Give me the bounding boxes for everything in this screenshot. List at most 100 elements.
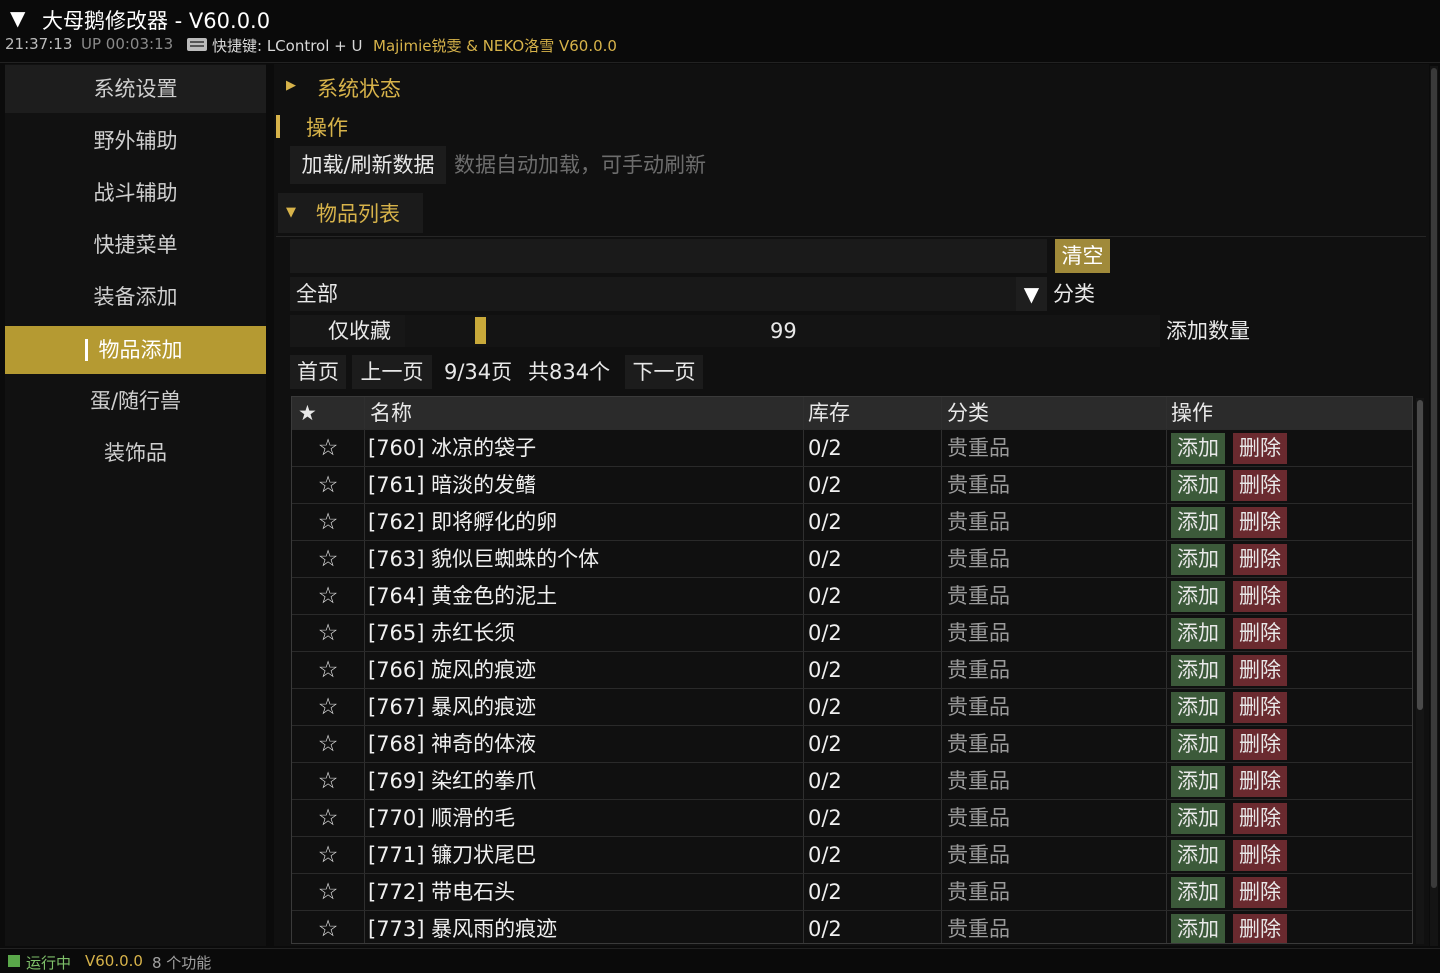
item-stock: 0/2	[808, 473, 842, 497]
favorite-star-icon[interactable]: ☆	[292, 911, 364, 943]
delete-item-button[interactable]: 删除	[1233, 581, 1287, 612]
next-page-button[interactable]: 下一页	[625, 355, 703, 389]
item-name: [768] 神奇的体液	[368, 732, 537, 756]
delete-item-button[interactable]: 删除	[1233, 766, 1287, 797]
clock-time: 21:37:13	[5, 35, 73, 53]
delete-item-button[interactable]: 删除	[1233, 692, 1287, 723]
expand-down-icon: ▼	[286, 205, 296, 220]
sidebar-item-label: 快捷菜单	[93, 233, 178, 257]
header-category[interactable]: 分类	[947, 397, 989, 429]
add-item-button[interactable]: 添加	[1171, 729, 1225, 760]
load-refresh-button[interactable]: 加载/刷新数据	[290, 146, 446, 184]
sidebar-item-decorations[interactable]: 装饰品	[5, 429, 266, 477]
sidebar-item-field-assist[interactable]: 野外辅助	[5, 117, 266, 165]
add-item-button[interactable]: 添加	[1171, 877, 1225, 908]
favorite-star-icon[interactable]: ☆	[292, 578, 364, 614]
add-item-button[interactable]: 添加	[1171, 914, 1225, 943]
delete-item-button[interactable]: 删除	[1233, 877, 1287, 908]
sidebar: 系统设置 野外辅助 战斗辅助 快捷菜单 装备添加 物品添加 蛋/随行兽 装饰品	[5, 64, 266, 946]
search-input[interactable]	[290, 239, 1047, 273]
delete-item-button[interactable]: 删除	[1233, 914, 1287, 943]
favorite-column-icon[interactable]: ★	[298, 397, 317, 429]
collapse-triangle-icon[interactable]: ▼	[10, 6, 25, 30]
item-name: [771] 镰刀状尾巴	[368, 843, 537, 867]
delete-item-button[interactable]: 删除	[1233, 507, 1287, 538]
delete-item-button[interactable]: 删除	[1233, 470, 1287, 501]
delete-item-button[interactable]: 删除	[1233, 544, 1287, 575]
item-stock: 0/2	[808, 843, 842, 867]
sidebar-item-battle-assist[interactable]: 战斗辅助	[5, 169, 266, 217]
favorite-star-icon[interactable]: ☆	[292, 874, 364, 910]
item-name: [760] 冰凉的袋子	[368, 436, 537, 460]
prev-page-button[interactable]: 上一页	[352, 355, 432, 389]
item-category: 贵重品	[947, 584, 1010, 608]
item-category: 贵重品	[947, 917, 1010, 941]
item-name: [761] 暗淡的发鳍	[368, 473, 537, 497]
system-status-label: 系统状态	[317, 77, 401, 101]
table-row: ☆ [765] 赤红长须 0/2 贵重品 添加 删除	[292, 614, 1412, 651]
hotkey-info: 快捷键: LControl + U	[212, 37, 363, 55]
favorite-star-icon[interactable]: ☆	[292, 763, 364, 799]
item-name: [769] 染红的拳爪	[368, 769, 537, 793]
favorite-star-icon[interactable]: ☆	[292, 467, 364, 503]
add-item-button[interactable]: 添加	[1171, 618, 1225, 649]
quantity-slider-thumb[interactable]	[474, 317, 486, 344]
item-stock: 0/2	[808, 621, 842, 645]
item-name: [764] 黄金色的泥土	[368, 584, 558, 608]
item-category: 贵重品	[947, 473, 1010, 497]
sidebar-item-system-settings[interactable]: 系统设置	[5, 65, 266, 113]
first-page-button[interactable]: 首页	[290, 355, 346, 389]
item-stock: 0/2	[808, 880, 842, 904]
sidebar-item-label: 野外辅助	[93, 129, 178, 153]
expand-right-icon: ▶	[286, 78, 296, 93]
clear-button[interactable]: 清空	[1055, 239, 1110, 273]
window-title: 大母鹅修改器 - V60.0.0	[42, 9, 271, 33]
sidebar-item-item-add[interactable]: 物品添加	[5, 326, 266, 374]
category-select[interactable]	[290, 277, 1047, 311]
delete-item-button[interactable]: 删除	[1233, 803, 1287, 834]
keyboard-icon	[187, 38, 207, 51]
item-list-header[interactable]: ▼ 物品列表	[278, 193, 423, 233]
favorite-star-icon[interactable]: ☆	[292, 615, 364, 651]
add-item-button[interactable]: 添加	[1171, 840, 1225, 871]
favorite-star-icon[interactable]: ☆	[292, 541, 364, 577]
add-item-button[interactable]: 添加	[1171, 433, 1225, 464]
system-status-header[interactable]: ▶ 系统状态	[278, 66, 1426, 106]
add-item-button[interactable]: 添加	[1171, 803, 1225, 834]
header-action[interactable]: 操作	[1171, 397, 1213, 429]
dropdown-arrow-icon[interactable]: ▼	[1016, 277, 1047, 311]
table-row: ☆ [763] 貌似巨蜘蛛的个体 0/2 贵重品 添加 删除	[292, 540, 1412, 577]
add-item-button[interactable]: 添加	[1171, 655, 1225, 686]
sidebar-item-quick-menu[interactable]: 快捷菜单	[5, 221, 266, 269]
item-stock: 0/2	[808, 547, 842, 571]
header-stock[interactable]: 库存	[808, 397, 850, 429]
favorite-star-icon[interactable]: ☆	[292, 726, 364, 762]
add-item-button[interactable]: 添加	[1171, 470, 1225, 501]
sidebar-item-label: 蛋/随行兽	[89, 389, 182, 413]
favorite-star-icon[interactable]: ☆	[292, 430, 364, 466]
add-item-button[interactable]: 添加	[1171, 507, 1225, 538]
add-item-button[interactable]: 添加	[1171, 692, 1225, 723]
favorite-star-icon[interactable]: ☆	[292, 652, 364, 688]
main-scrollbar-thumb[interactable]	[1431, 68, 1437, 888]
delete-item-button[interactable]: 删除	[1233, 729, 1287, 760]
delete-item-button[interactable]: 删除	[1233, 840, 1287, 871]
sidebar-item-label: 装饰品	[104, 441, 167, 465]
favorite-star-icon[interactable]: ☆	[292, 504, 364, 540]
header-name[interactable]: 名称	[370, 397, 412, 429]
operations-marker	[276, 115, 280, 138]
favorite-star-icon[interactable]: ☆	[292, 800, 364, 836]
sidebar-item-egg-pet[interactable]: 蛋/随行兽	[5, 377, 266, 425]
table-row: ☆ [770] 顺滑的毛 0/2 贵重品 添加 删除	[292, 799, 1412, 836]
status-version: V60.0.0	[85, 952, 143, 970]
delete-item-button[interactable]: 删除	[1233, 433, 1287, 464]
favorite-star-icon[interactable]: ☆	[292, 689, 364, 725]
favorite-star-icon[interactable]: ☆	[292, 837, 364, 873]
table-scrollbar-thumb[interactable]	[1417, 400, 1423, 710]
delete-item-button[interactable]: 删除	[1233, 618, 1287, 649]
sidebar-item-equipment-add[interactable]: 装备添加	[5, 273, 266, 321]
add-item-button[interactable]: 添加	[1171, 766, 1225, 797]
delete-item-button[interactable]: 删除	[1233, 655, 1287, 686]
add-item-button[interactable]: 添加	[1171, 544, 1225, 575]
add-item-button[interactable]: 添加	[1171, 581, 1225, 612]
